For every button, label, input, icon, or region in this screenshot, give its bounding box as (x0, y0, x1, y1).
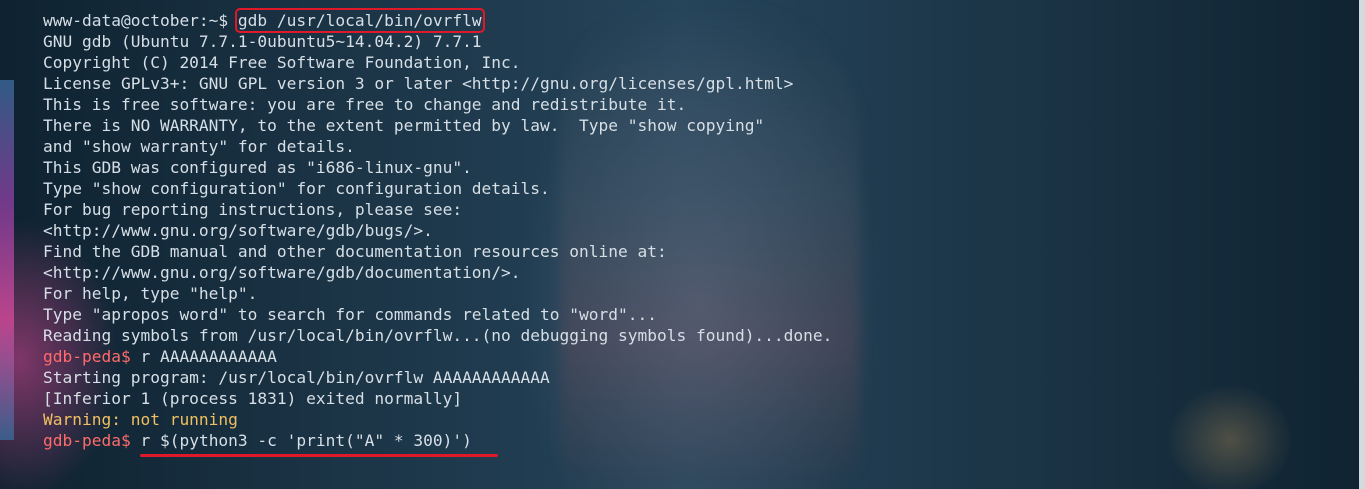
terminal-line: For bug reporting instructions, please s… (43, 200, 463, 219)
shell-prompt: www-data@october:~$ (43, 11, 238, 30)
terminal-line: and "show warranty" for details. (43, 137, 355, 156)
terminal-output[interactable]: www-data@october:~$ gdb /usr/local/bin/o… (43, 8, 1343, 451)
highlighted-gdb-command: gdb /usr/local/bin/ovrflw (234, 8, 485, 33)
gdb-peda-prompt: gdb-peda$ (43, 431, 141, 450)
warning-line: Warning: not running (43, 410, 238, 429)
terminal-line: [Inferior 1 (process 1831) exited normal… (43, 389, 463, 408)
terminal-line: Type "show configuration" for configurat… (43, 179, 550, 198)
terminal-line: Find the GDB manual and other documentat… (43, 242, 667, 261)
payload-command: r $(python3 -c 'print("A" * 300)') (140, 431, 472, 450)
terminal-line: Reading symbols from /usr/local/bin/ovrf… (43, 326, 833, 345)
terminal-line: <http://www.gnu.org/software/gdb/bugs/>. (43, 221, 433, 240)
terminal-line: There is NO WARRANTY, to the extent perm… (43, 116, 765, 135)
terminal-line: This is free software: you are free to c… (43, 95, 687, 114)
terminal-line-gdb-command: www-data@october:~$ gdb /usr/local/bin/o… (43, 8, 1343, 33)
terminal-line: GNU gdb (Ubuntu 7.7.1-0ubuntu5~14.04.2) … (43, 32, 482, 51)
terminal-line: Copyright (C) 2014 Free Software Foundat… (43, 53, 521, 72)
terminal-line-run-command: gdb-peda$ r AAAAAAAAAAAA (43, 346, 1343, 367)
terminal-line: Starting program: /usr/local/bin/ovrflw … (43, 368, 550, 387)
terminal-line: This GDB was configured as "i686-linux-g… (43, 158, 472, 177)
terminal-line: <http://www.gnu.org/software/gdb/documen… (43, 263, 521, 282)
window-right-edge (1359, 0, 1365, 489)
gdb-peda-prompt: gdb-peda$ (43, 347, 141, 366)
payload-underline-annotation (140, 454, 498, 457)
terminal-line: For help, type "help". (43, 284, 258, 303)
terminal-line: License GPLv3+: GNU GPL version 3 or lat… (43, 74, 794, 93)
run-command: r AAAAAAAAAAAA (140, 347, 277, 366)
terminal-line: Type "apropos word" to search for comman… (43, 305, 657, 324)
background-left-glow (0, 80, 14, 440)
terminal-line-payload-command: gdb-peda$ r $(python3 -c 'print("A" * 30… (43, 430, 1343, 451)
